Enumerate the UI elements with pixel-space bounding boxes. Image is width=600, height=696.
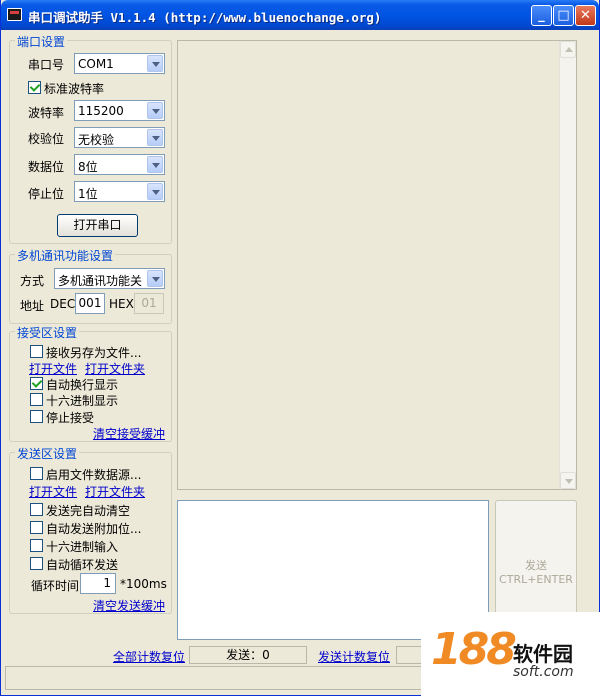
loop-time-unit: *100ms xyxy=(120,577,167,591)
scroll-down-icon[interactable] xyxy=(560,472,576,489)
mode-select[interactable]: 多机通讯功能关 xyxy=(54,268,165,289)
close-button[interactable]: ✕ xyxy=(575,5,596,26)
title-bar[interactable]: 串口调试助手 V1.1.4 (http://www.bluenochange.o… xyxy=(1,0,599,30)
databits-select[interactable]: 8位 xyxy=(74,154,165,175)
mode-label: 方式 xyxy=(20,274,45,288)
hex-label: HEX xyxy=(109,297,134,311)
port-value: COM1 xyxy=(78,57,114,71)
receive-scrollbar[interactable] xyxy=(559,41,576,489)
standard-baud-checkbox[interactable] xyxy=(28,81,41,94)
app-window: 串口调试助手 V1.1.4 (http://www.bluenochange.o… xyxy=(0,0,600,696)
hex-display-checkbox[interactable] xyxy=(30,393,43,406)
chevron-down-icon[interactable] xyxy=(147,102,163,119)
send-button-shortcut: CTRL+ENTER xyxy=(499,573,573,586)
multi-settings-title: 多机通讯功能设置 xyxy=(15,247,116,264)
stop-receive-label: 停止接受 xyxy=(46,411,95,425)
send-open-file-link[interactable]: 打开文件 xyxy=(29,483,77,500)
auto-clear-checkbox[interactable] xyxy=(30,503,43,516)
scroll-up-icon[interactable] xyxy=(560,41,576,58)
loop-time-input[interactable]: 1 xyxy=(80,573,116,594)
auto-newline-checkbox[interactable] xyxy=(30,377,43,390)
hex-input-label: 十六进制输入 xyxy=(46,540,119,554)
dec-label: DEC xyxy=(50,297,76,311)
auto-loop-checkbox[interactable] xyxy=(30,557,43,570)
reset-all-counts-link[interactable]: 全部计数复位 xyxy=(113,648,185,665)
port-label: 串口号 xyxy=(28,58,65,72)
baud-value: 115200 xyxy=(78,104,124,118)
dec-input[interactable]: 001 xyxy=(75,293,105,314)
stop-receive-checkbox[interactable] xyxy=(30,410,43,423)
port-select[interactable]: COM1 xyxy=(74,53,165,74)
maximize-button[interactable]: □ xyxy=(553,5,574,26)
receive-display[interactable] xyxy=(177,40,577,490)
watermark-site: soft.com xyxy=(513,664,574,680)
chevron-down-icon[interactable] xyxy=(147,55,163,72)
parity-label: 校验位 xyxy=(28,132,65,146)
chevron-down-icon[interactable] xyxy=(147,183,163,200)
send-open-folder-link[interactable]: 打开文件夹 xyxy=(85,483,145,500)
auto-newline-label: 自动换行显示 xyxy=(46,378,119,392)
receive-settings-title: 接受区设置 xyxy=(15,324,80,341)
chevron-down-icon[interactable] xyxy=(147,156,163,173)
app-icon xyxy=(7,8,22,21)
auto-checksum-label: 自动发送附加位... xyxy=(46,522,142,536)
reset-send-count-link[interactable]: 发送计数复位 xyxy=(318,648,390,665)
minimize-button[interactable]: _ xyxy=(531,5,552,26)
hex-display-label: 十六进制显示 xyxy=(46,394,119,408)
parity-value: 无校验 xyxy=(78,133,115,147)
stopbits-select[interactable]: 1位 xyxy=(74,181,165,202)
send-button-label: 发送 xyxy=(525,559,547,572)
receive-open-file-link[interactable]: 打开文件 xyxy=(29,360,77,377)
save-to-file-label: 接收另存为文件... xyxy=(46,346,142,360)
auto-clear-label: 发送完自动清空 xyxy=(46,504,131,518)
save-to-file-checkbox[interactable] xyxy=(30,345,43,358)
port-settings-title: 端口设置 xyxy=(15,33,68,50)
send-count-display: 发送：0 xyxy=(189,646,307,664)
standard-baud-label: 标准波特率 xyxy=(44,82,105,96)
watermark-logo: 188 xyxy=(431,624,517,686)
databits-value: 8位 xyxy=(78,160,98,174)
stopbits-value: 1位 xyxy=(78,187,98,201)
open-port-button[interactable]: 打开串口 xyxy=(57,214,138,237)
auto-checksum-checkbox[interactable] xyxy=(30,521,43,534)
receive-settings-group: 接受区设置 接收另存为文件... 打开文件 打开文件夹 自动换行显示 十六进制显… xyxy=(9,324,172,442)
clear-send-link[interactable]: 清空发送缓冲 xyxy=(93,597,165,614)
file-source-checkbox[interactable] xyxy=(30,467,43,480)
baud-select[interactable]: 115200 xyxy=(74,100,165,121)
send-settings-title: 发送区设置 xyxy=(15,445,80,462)
chevron-down-icon[interactable] xyxy=(147,270,163,287)
parity-select[interactable]: 无校验 xyxy=(74,127,165,148)
hex-input[interactable]: 01 xyxy=(134,293,164,314)
file-source-label: 启用文件数据源... xyxy=(46,468,142,482)
stopbits-label: 停止位 xyxy=(28,187,65,201)
receive-open-folder-link[interactable]: 打开文件夹 xyxy=(85,360,145,377)
address-label: 地址 xyxy=(20,299,45,313)
watermark: 188 软件园 soft.com xyxy=(421,612,600,696)
send-settings-group: 发送区设置 启用文件数据源... 打开文件 打开文件夹 发送完自动清空 自动发送… xyxy=(9,445,172,614)
port-settings-group: 端口设置 串口号 COM1 标准波特率 波特率 115200 校验位 无校验 数… xyxy=(9,33,172,244)
hex-input-checkbox[interactable] xyxy=(30,539,43,552)
chevron-down-icon[interactable] xyxy=(147,129,163,146)
watermark-name: 软件园 xyxy=(513,642,573,666)
multi-settings-group: 多机通讯功能设置 方式 多机通讯功能关 地址 DEC 001 HEX 01 xyxy=(9,247,172,324)
clear-receive-link[interactable]: 清空接受缓冲 xyxy=(93,425,165,442)
auto-loop-label: 自动循环发送 xyxy=(46,558,119,572)
baud-label: 波特率 xyxy=(28,106,65,120)
loop-time-label: 循环时间 xyxy=(31,579,80,593)
window-title: 串口调试助手 V1.1.4 (http://www.bluenochange.o… xyxy=(28,10,382,25)
databits-label: 数据位 xyxy=(28,160,65,174)
mode-value: 多机通讯功能关 xyxy=(58,274,143,288)
